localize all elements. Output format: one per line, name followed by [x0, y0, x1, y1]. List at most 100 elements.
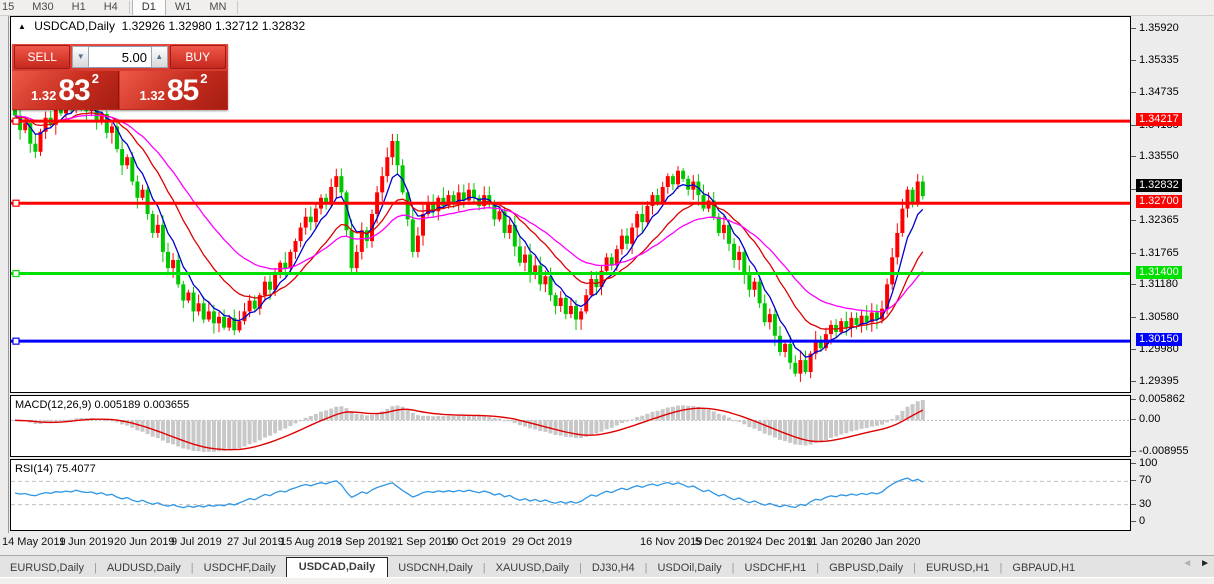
sell-pips: 83 — [58, 74, 90, 107]
trading-platform-window: 15 M30 H1 H4 D1 W1 MN ▲ USDCAD,Daily 1.32926 1… — [0, 0, 1214, 584]
toolbar-timeframe-m30[interactable]: M30 — [23, 0, 62, 15]
toolbar-timeframe-w1[interactable]: W1 — [166, 0, 201, 15]
rsi-axis-label: 30 — [1139, 497, 1152, 510]
date-tick-label: 5 Dec 2019 — [695, 536, 752, 548]
date-tick-label: 20 Jun 2019 — [114, 536, 175, 548]
chart-tab-bar: EURUSD,Daily | AUDUSD,Daily | USDCHF,Daily US… — [0, 555, 1214, 578]
price-tick-label: 1.34735 — [1139, 86, 1179, 99]
status-strip — [0, 577, 1214, 584]
price-tick-label: 1.35335 — [1139, 53, 1179, 66]
tab-gbpusd-daily[interactable]: GBPUSD,Daily — [819, 559, 913, 578]
toolbar-timeframe-h4[interactable]: H4 — [95, 0, 127, 15]
tab-scroll-right-icon[interactable]: ► — [1200, 558, 1210, 569]
date-tick-label: 24 Dec 2019 — [750, 536, 813, 548]
axis-tick-mark — [1131, 349, 1136, 351]
time-axis[interactable]: 14 May 2019 1 Jun 2019 20 Jun 2019 9 Jul 20… — [0, 533, 1214, 553]
macd-indicator-panel[interactable]: MACD(12,26,9) 0.005189 0.003655 — [10, 395, 1131, 457]
price-tick-label: 1.29395 — [1139, 375, 1179, 387]
date-tick-label: 15 Aug 2019 — [280, 536, 342, 548]
sell-button[interactable]: SELL — [14, 45, 71, 69]
date-tick-label: 27 Jul 2019 — [227, 536, 284, 548]
axis-tick-mark — [1131, 399, 1136, 400]
buy-button[interactable]: BUY — [169, 45, 226, 69]
level-price-tag: 1.34217 — [1136, 113, 1182, 127]
price-tick-label: 1.35920 — [1139, 22, 1179, 34]
date-tick-label: 16 Nov 2019 — [640, 536, 703, 548]
date-tick-label: 11 Jan 2020 — [806, 536, 866, 548]
date-tick-label: 1 Jun 2019 — [59, 536, 114, 548]
date-tick-label: 10 Oct 2019 — [446, 536, 506, 548]
buy-price-panel[interactable]: 1.32 85 2 — [120, 71, 227, 109]
tab-scroll-left-icon[interactable]: ◄ — [1182, 558, 1192, 569]
axis-tick-mark — [1131, 316, 1136, 318]
axis-tick-mark — [1131, 463, 1136, 464]
axis-tick-mark — [1131, 28, 1136, 29]
axis-tick-mark — [1131, 451, 1136, 452]
current-price-tag: 1.32832 — [1136, 179, 1182, 193]
tab-usdchf-daily[interactable]: USDCHF,Daily — [194, 559, 286, 578]
date-tick-label: 29 Oct 2019 — [512, 536, 572, 548]
toolbar-timeframe-h1[interactable]: H1 — [63, 0, 95, 15]
price-tick-label: 1.30580 — [1139, 310, 1179, 323]
date-tick-label: 9 Jul 2019 — [171, 536, 222, 548]
tab-gbpaud-h1[interactable]: GBPAUD,H1 — [1002, 559, 1085, 578]
toolbar-timeframe-d1[interactable]: D1 — [131, 0, 166, 15]
tab-eurusd-h1[interactable]: EURUSD,H1 — [916, 559, 1000, 578]
volume-increase-button[interactable]: ▲ — [151, 46, 168, 68]
tab-usdoil-daily[interactable]: USDOil,Daily — [647, 559, 731, 578]
axis-tick-mark — [1131, 419, 1136, 421]
sell-price-panel[interactable]: 1.32 83 2 — [12, 71, 119, 109]
price-tick-label: 1.33550 — [1139, 150, 1179, 163]
level-price-tag: 1.31400 — [1136, 265, 1182, 279]
tab-eurusd-daily[interactable]: EURUSD,Daily — [0, 559, 94, 578]
macd-axis-label: 0.00 — [1139, 413, 1161, 426]
tab-scroll-buttons: ◄ ► — [1182, 558, 1210, 569]
toolbar-separator — [237, 1, 239, 14]
ohlc-values: 1.32926 1.32980 1.32712 1.32832 — [121, 19, 306, 33]
volume-input[interactable] — [89, 46, 151, 68]
chart-title: ▲ USDCAD,Daily 1.32926 1.32980 1.32712 1… — [18, 19, 305, 33]
macd-axis-label: -0.008955 — [1139, 445, 1189, 457]
price-axis[interactable]: 1.359201.353351.347351.341351.335501.329… — [1131, 16, 1214, 532]
rsi-indicator-panel[interactable]: RSI(14) 75.4077 — [10, 459, 1131, 531]
rsi-axis-label: 70 — [1139, 474, 1152, 487]
axis-tick-mark — [1131, 156, 1136, 158]
axis-tick-mark — [1131, 59, 1136, 61]
buy-pipette: 2 — [200, 71, 208, 86]
rsi-chart — [11, 477, 1130, 509]
tab-dj30-h4[interactable]: DJ30,H4 — [582, 559, 645, 578]
axis-tick-mark — [1131, 503, 1136, 505]
window-left-border — [8, 16, 9, 553]
date-tick-label: 30 Jan 2020 — [860, 536, 921, 548]
tab-usdchf-h1[interactable]: USDCHF,H1 — [735, 559, 817, 578]
buy-big-figure: 1.32 — [139, 88, 165, 103]
axis-tick-mark — [1131, 521, 1136, 522]
rsi-label: RSI(14) 75.4077 — [15, 463, 96, 475]
volume-decrease-button[interactable]: ▼ — [72, 46, 89, 68]
tab-usdcnh-daily[interactable]: USDCNH,Daily — [388, 559, 483, 578]
symbol-period-label: USDCAD,Daily — [34, 19, 115, 33]
price-tick-label: 1.31765 — [1139, 246, 1179, 259]
tab-audusd-daily[interactable]: AUDUSD,Daily — [97, 559, 191, 578]
one-click-trade-widget: SELL ▼ ▲ BUY 1.32 83 2 1.32 85 2 — [12, 44, 228, 110]
rsi-axis-label: 100 — [1139, 457, 1158, 469]
axis-tick-mark — [1131, 284, 1136, 286]
toolbar-separator — [128, 1, 130, 14]
tab-xauusd-daily[interactable]: XAUUSD,Daily — [486, 559, 579, 578]
toolbar-timeframe-mn[interactable]: MN — [200, 0, 235, 15]
sell-pipette: 2 — [91, 71, 99, 86]
rsi-axis-label: 0 — [1139, 515, 1146, 527]
axis-tick-mark — [1131, 220, 1136, 222]
macd-axis-label: 0.005862 — [1139, 393, 1185, 405]
axis-tick-mark — [1131, 480, 1136, 482]
price-tick-label: 1.32365 — [1139, 214, 1179, 227]
tab-usdcad-daily[interactable]: USDCAD,Daily — [285, 557, 389, 578]
toolbar-timeframe-15[interactable]: 15 — [0, 0, 23, 15]
axis-tick-mark — [1131, 381, 1136, 382]
date-tick-label: 3 Sep 2019 — [336, 536, 393, 548]
sell-big-figure: 1.32 — [31, 88, 57, 103]
collapse-arrow-icon[interactable]: ▲ — [18, 22, 26, 31]
level-price-tag: 1.32700 — [1136, 195, 1182, 209]
axis-tick-mark — [1131, 252, 1136, 254]
buy-pips: 85 — [166, 74, 199, 107]
